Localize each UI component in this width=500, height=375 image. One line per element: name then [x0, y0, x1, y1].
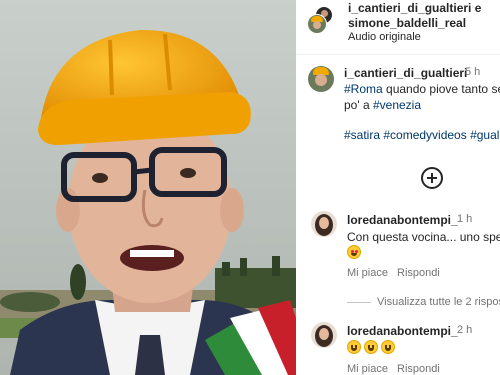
- plus-circle-icon[interactable]: [421, 167, 443, 189]
- heart-eyes-emoji: [347, 245, 361, 259]
- grinning-emoji: [381, 340, 395, 354]
- comment-reply-button[interactable]: Rispondi: [397, 267, 440, 279]
- comments-panel: i_cantieri_di_gualtieri e simone_baldell…: [296, 0, 500, 375]
- avatar[interactable]: [308, 66, 334, 92]
- caption-text: po' a: [344, 98, 373, 112]
- view-replies-label[interactable]: Visualizza tutte le 2 rispost: [377, 296, 500, 308]
- collab-usernames[interactable]: i_cantieri_di_gualtieri e simone_baldell…: [348, 1, 481, 31]
- comment-text: Con questa vocina... uno spe: [347, 230, 500, 244]
- avatar[interactable]: [311, 322, 337, 348]
- comment-username[interactable]: loredanabontempi_: [347, 324, 458, 338]
- video-frame: [0, 0, 296, 375]
- caption-line-2: po' a #venezia: [344, 98, 421, 112]
- collab-usernames-line2[interactable]: simone_baldelli_real: [348, 16, 481, 31]
- avatar[interactable]: [311, 211, 337, 237]
- comment-like-button[interactable]: Mi piace: [347, 363, 388, 375]
- replies-divider: [347, 301, 371, 303]
- comment-like-button[interactable]: Mi piace: [347, 267, 388, 279]
- collab-avatars[interactable]: [307, 6, 333, 36]
- comment-username[interactable]: loredanabontempi_: [347, 213, 458, 227]
- caption-time: 5 h: [465, 66, 481, 78]
- grinning-emoji: [347, 340, 361, 354]
- caption-username[interactable]: i_cantieri_di_gualtieri: [344, 66, 467, 80]
- hashtag-link[interactable]: #Roma: [344, 82, 383, 96]
- caption-line-1: #Roma quando piove tanto se: [344, 82, 500, 96]
- comment-time: 1 h: [457, 213, 473, 225]
- collab-usernames-line1[interactable]: i_cantieri_di_gualtieri e: [348, 1, 481, 16]
- avatar: [307, 14, 327, 34]
- caption-text: quando piove tanto se: [382, 82, 500, 96]
- audio-link[interactable]: Audio originale: [348, 31, 421, 43]
- view-replies-button[interactable]: Visualizza tutte le 2 rispost: [347, 296, 500, 308]
- post-caption: i_cantieri_di_gualtieri 5 h #Roma quando…: [296, 62, 500, 162]
- hashtag-link[interactable]: #venezia: [373, 98, 421, 112]
- comment-time: 2 h: [457, 324, 473, 336]
- caption-hashtags[interactable]: #satira #comedyvideos #gual: [344, 128, 499, 142]
- post-header: i_cantieri_di_gualtieri e simone_baldell…: [296, 0, 500, 55]
- video-player[interactable]: [0, 0, 296, 375]
- grinning-emoji: [364, 340, 378, 354]
- comment-reply-button[interactable]: Rispondi: [397, 363, 440, 375]
